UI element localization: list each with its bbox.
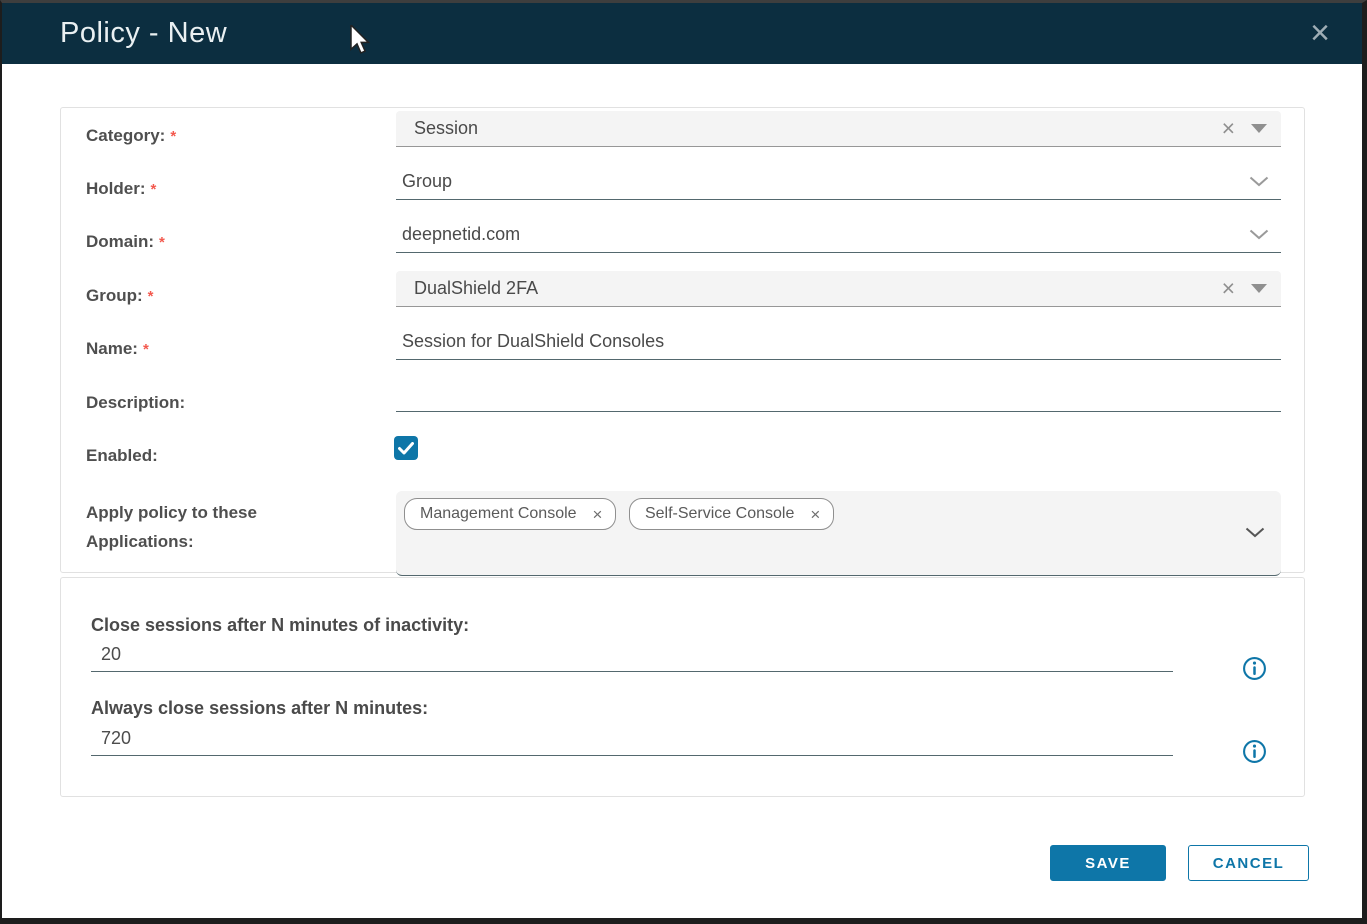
- description-input[interactable]: [396, 376, 1281, 412]
- required-asterisk: *: [159, 234, 165, 251]
- description-label: Description:: [86, 392, 386, 414]
- holder-chevron-down-icon[interactable]: [1249, 176, 1269, 187]
- session-settings-panel: Close sessions after N minutes of inacti…: [60, 577, 1305, 797]
- category-dropdown-arrow-icon[interactable]: [1251, 124, 1267, 133]
- save-button[interactable]: SAVE: [1050, 845, 1166, 881]
- check-icon: [398, 442, 414, 455]
- required-asterisk: *: [143, 341, 149, 358]
- group-combobox[interactable]: DualShield 2FA ×: [396, 271, 1281, 307]
- group-label: Group:*: [86, 285, 386, 308]
- application-tag-label: Self-Service Console: [645, 505, 794, 523]
- always-close-info-icon[interactable]: [1242, 739, 1267, 764]
- always-close-label: Always close sessions after N minutes:: [91, 698, 428, 719]
- required-asterisk: *: [170, 128, 176, 145]
- inactivity-timeout-label: Close sessions after N minutes of inacti…: [91, 615, 469, 636]
- tag-remove-icon[interactable]: ×: [810, 506, 820, 523]
- application-tag-label: Management Console: [420, 505, 577, 523]
- group-value: DualShield 2FA: [414, 278, 1222, 299]
- close-icon[interactable]: ×: [1300, 11, 1340, 55]
- policy-form-panel: Category:* Session × Holder:* Group Doma…: [60, 107, 1305, 573]
- enabled-label: Enabled:: [86, 445, 386, 467]
- mouse-cursor-icon: [349, 25, 371, 55]
- category-combobox[interactable]: Session ×: [396, 111, 1281, 147]
- category-clear-icon[interactable]: ×: [1222, 117, 1235, 140]
- holder-label: Holder:*: [86, 178, 386, 201]
- always-close-input[interactable]: [91, 728, 1173, 756]
- domain-select[interactable]: deepnetid.com: [396, 217, 1281, 253]
- domain-chevron-down-icon[interactable]: [1249, 229, 1269, 240]
- application-tag: Management Console ×: [404, 498, 616, 530]
- applications-multiselect[interactable]: Management Console × Self-Service Consol…: [396, 491, 1281, 576]
- applications-label: Apply policy to these Applications:: [86, 498, 326, 556]
- tag-remove-icon[interactable]: ×: [593, 506, 603, 523]
- cancel-button[interactable]: CANCEL: [1188, 845, 1309, 881]
- name-label: Name:*: [86, 338, 386, 361]
- application-tag: Self-Service Console ×: [629, 498, 834, 530]
- enabled-checkbox[interactable]: [394, 436, 418, 460]
- inactivity-timeout-input[interactable]: [91, 644, 1173, 672]
- domain-value: deepnetid.com: [402, 224, 1249, 245]
- group-dropdown-arrow-icon[interactable]: [1251, 284, 1267, 293]
- name-input[interactable]: [396, 324, 1281, 360]
- required-asterisk: *: [148, 288, 154, 305]
- category-value: Session: [414, 118, 1222, 139]
- dialog-header: Policy - New ×: [2, 3, 1362, 64]
- dialog-title: Policy - New: [60, 17, 227, 50]
- applications-chevron-down-icon[interactable]: [1245, 527, 1265, 538]
- domain-label: Domain:*: [86, 231, 386, 254]
- required-asterisk: *: [151, 181, 157, 198]
- holder-select[interactable]: Group: [396, 164, 1281, 200]
- group-clear-icon[interactable]: ×: [1222, 277, 1235, 300]
- inactivity-info-icon[interactable]: [1242, 656, 1267, 681]
- category-label: Category:*: [86, 125, 386, 148]
- holder-value: Group: [402, 171, 1249, 192]
- policy-new-dialog: Policy - New × Category:* Session × Hold…: [0, 0, 1367, 924]
